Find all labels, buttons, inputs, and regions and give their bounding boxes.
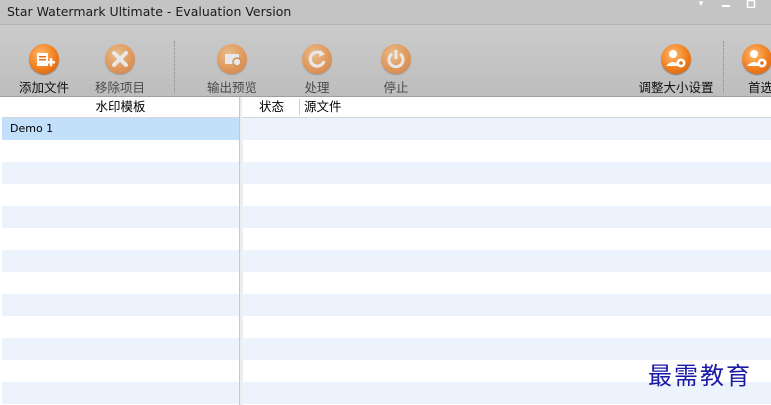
toolbar-separator bbox=[174, 41, 175, 93]
file-row bbox=[242, 184, 771, 206]
toolbar-separator bbox=[723, 41, 724, 93]
preferences-icon bbox=[742, 44, 771, 74]
stop-icon bbox=[381, 44, 411, 74]
list-row bbox=[2, 250, 239, 272]
list-row bbox=[2, 228, 239, 250]
list-row bbox=[2, 162, 239, 184]
watermark-text: 最需教育 bbox=[648, 362, 752, 390]
resize-settings-icon bbox=[661, 44, 691, 74]
template-list: 水印模板 Demo 1 bbox=[2, 97, 240, 405]
process-button[interactable]: 处理 bbox=[281, 41, 353, 95]
preview-icon bbox=[217, 44, 247, 74]
process-icon bbox=[302, 44, 332, 74]
template-list-header[interactable]: 水印模板 bbox=[2, 97, 239, 118]
list-row bbox=[2, 382, 239, 404]
file-row bbox=[242, 228, 771, 250]
list-row bbox=[2, 316, 239, 338]
column-status[interactable]: 状态 bbox=[259, 97, 284, 117]
add-file-icon bbox=[29, 44, 59, 74]
toolbar: 添加文件 移除项目 输出预览 处理 停止 调整大小设置 首选 bbox=[0, 25, 771, 97]
preferences-button[interactable]: 首选 bbox=[732, 41, 771, 95]
list-row bbox=[2, 338, 239, 360]
file-list-header: 状态 源文件 bbox=[242, 97, 771, 118]
resize-settings-button[interactable]: 调整大小设置 bbox=[632, 41, 720, 95]
maximize-icon bbox=[746, 0, 756, 9]
column-source-file[interactable]: 源文件 bbox=[304, 97, 342, 117]
add-file-label: 添加文件 bbox=[18, 80, 69, 95]
remove-item-button[interactable]: 移除项目 bbox=[84, 41, 156, 95]
stop-button[interactable]: 停止 bbox=[360, 41, 432, 95]
window-title: Star Watermark Ultimate - Evaluation Ver… bbox=[7, 4, 292, 19]
list-row bbox=[2, 360, 239, 382]
column-divider[interactable] bbox=[299, 99, 300, 115]
minimize-icon bbox=[722, 5, 730, 7]
file-row bbox=[242, 294, 771, 316]
maximize-button[interactable] bbox=[743, 0, 759, 10]
file-row bbox=[242, 140, 771, 162]
title-bar: Star Watermark Ultimate - Evaluation Ver… bbox=[0, 0, 771, 25]
add-file-button[interactable]: 添加文件 bbox=[8, 41, 80, 95]
template-item-name: Demo 1 bbox=[10, 122, 54, 135]
output-preview-button[interactable]: 输出预览 bbox=[196, 41, 268, 95]
list-row bbox=[2, 140, 239, 162]
remove-icon bbox=[105, 44, 135, 74]
file-row bbox=[242, 206, 771, 228]
template-item[interactable]: Demo 1 bbox=[2, 118, 239, 140]
remove-item-label: 移除项目 bbox=[94, 80, 145, 95]
preferences-label: 首选 bbox=[748, 80, 771, 95]
file-row bbox=[242, 118, 771, 140]
window-menu-button[interactable]: ▾ bbox=[693, 0, 709, 10]
list-row bbox=[2, 184, 239, 206]
file-row bbox=[242, 250, 771, 272]
stop-label: 停止 bbox=[383, 80, 409, 95]
resize-settings-label: 调整大小设置 bbox=[638, 80, 714, 95]
list-row bbox=[2, 206, 239, 228]
list-row bbox=[2, 294, 239, 316]
minimize-button[interactable] bbox=[718, 0, 734, 10]
output-preview-label: 输出预览 bbox=[206, 80, 257, 95]
file-row bbox=[242, 272, 771, 294]
process-label: 处理 bbox=[304, 80, 330, 95]
list-row bbox=[2, 272, 239, 294]
file-row bbox=[242, 162, 771, 184]
file-row bbox=[242, 316, 771, 338]
